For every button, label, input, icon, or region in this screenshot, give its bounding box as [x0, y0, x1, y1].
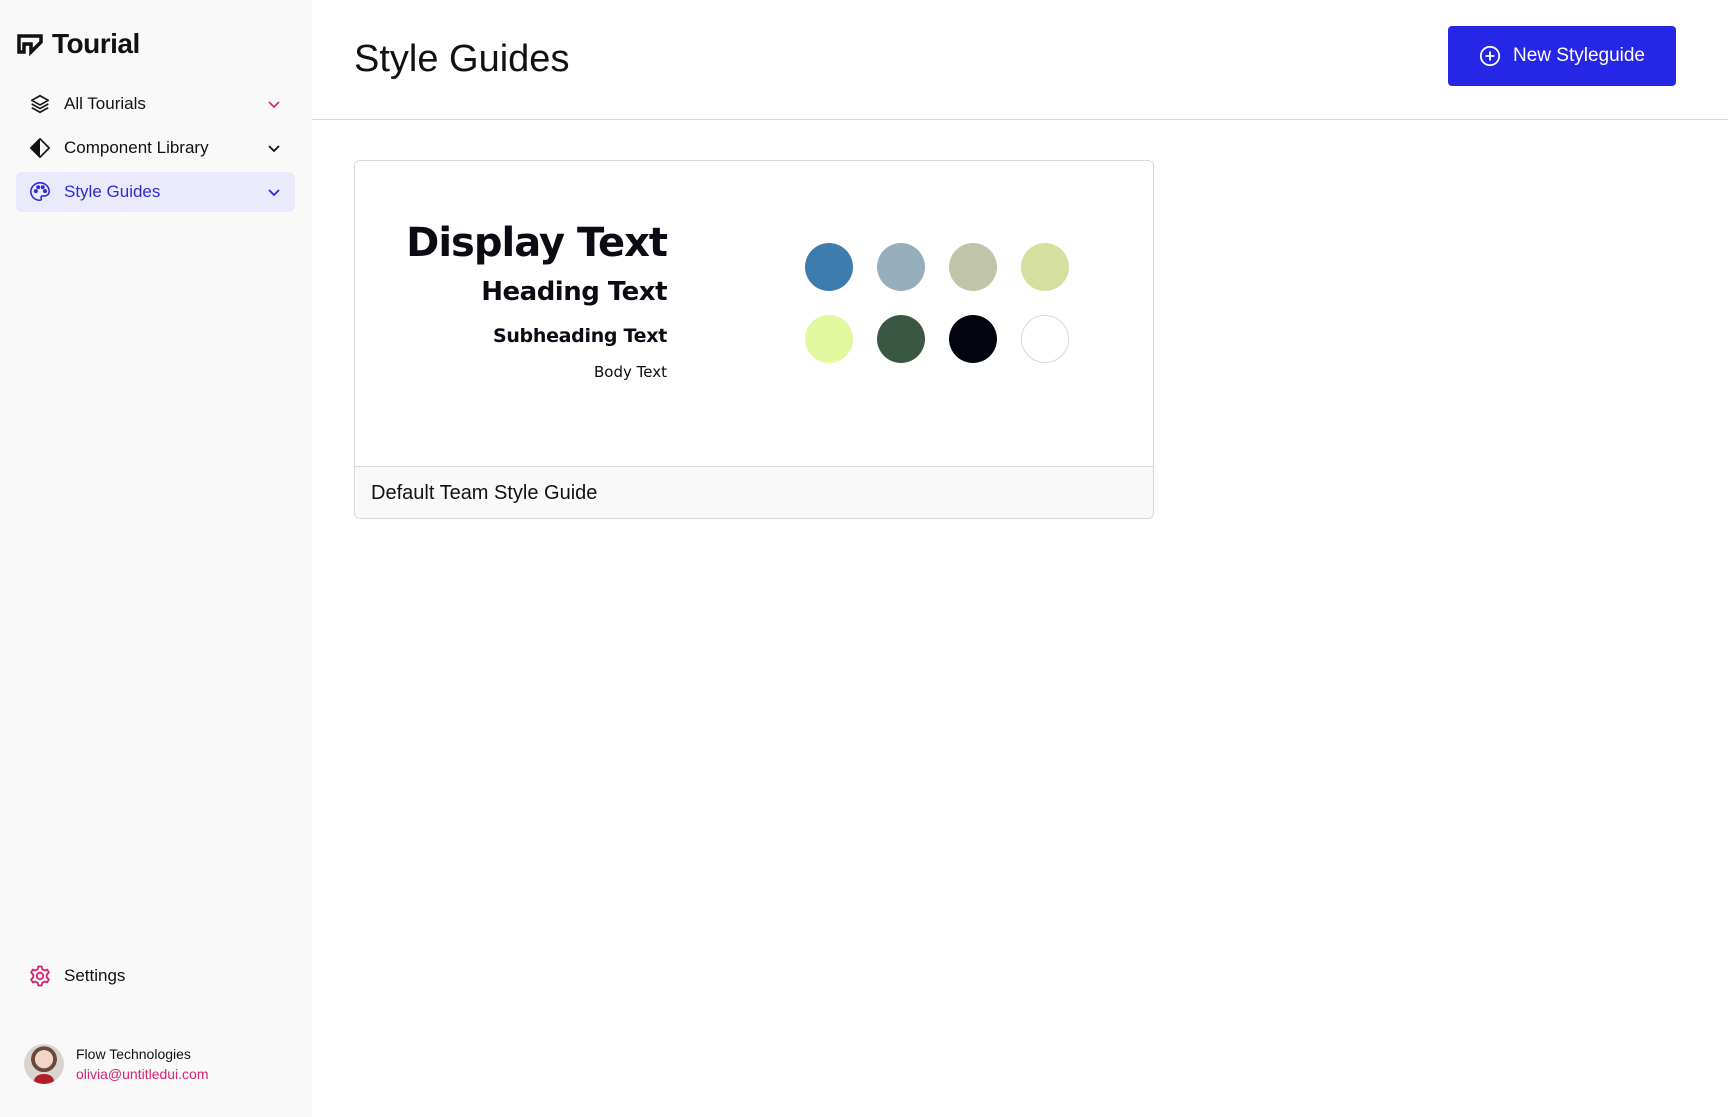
plus-circle-icon — [1479, 45, 1501, 67]
chevron-down-icon[interactable] — [265, 139, 283, 157]
style-guide-card[interactable]: Display Text Heading Text Subheading Tex… — [354, 160, 1154, 519]
chevron-down-icon[interactable] — [265, 95, 283, 113]
sidebar-item-style-guides[interactable]: Style Guides — [16, 172, 295, 212]
palette-icon — [28, 180, 52, 204]
color-swatch — [1021, 243, 1069, 291]
color-swatch — [877, 243, 925, 291]
color-palette — [805, 243, 1069, 363]
settings-label: Settings — [64, 966, 126, 985]
account-email: olivia@untitledui.com — [76, 1066, 209, 1082]
sidebar-item-all-tourials[interactable]: All Tourials — [16, 84, 295, 124]
sidebar: Tourial All Tourials Component Library S… — [0, 0, 312, 1117]
account-name: Flow Technologies — [76, 1046, 191, 1062]
main-content: Style Guides New Styleguide Display Text… — [312, 0, 1728, 1117]
subheading-text-sample: Subheading Text — [492, 325, 667, 347]
sidebar-nav: All Tourials Component Library Style Gui… — [16, 84, 295, 216]
style-guide-title: Default Team Style Guide — [371, 482, 598, 504]
account-card[interactable]: Flow Technologies olivia@untitledui.com — [24, 1044, 209, 1084]
tourial-logo-icon — [17, 34, 43, 57]
color-swatch — [1021, 315, 1069, 363]
new-styleguide-label: New Styleguide — [1512, 45, 1646, 66]
color-swatch — [949, 315, 997, 363]
logo-text: Tourial — [52, 28, 140, 59]
layers-icon — [28, 92, 52, 116]
color-swatch — [949, 243, 997, 291]
style-guide-preview: Display Text Heading Text Subheading Tex… — [355, 161, 1153, 466]
body-text-sample: Body Text — [594, 363, 667, 381]
page-header: Style Guides New Styleguide — [312, 0, 1728, 120]
typography-sample: Display Text Heading Text Subheading Tex… — [406, 217, 668, 383]
gear-icon — [28, 964, 52, 988]
sidebar-item-label: All Tourials — [64, 94, 146, 113]
color-swatch — [805, 315, 853, 363]
page-title: Style Guides — [354, 38, 570, 80]
avatar — [24, 1044, 64, 1084]
logo[interactable]: Tourial — [16, 28, 140, 60]
heading-text-sample: Heading Text — [481, 277, 667, 307]
display-text-sample: Display Text — [406, 220, 668, 266]
sidebar-item-component-library[interactable]: Component Library — [16, 128, 295, 168]
account-info: Flow Technologies olivia@untitledui.com — [76, 1046, 209, 1082]
color-swatch — [877, 315, 925, 363]
sidebar-item-label: Component Library — [64, 138, 209, 157]
component-icon — [28, 136, 52, 160]
chevron-down-icon[interactable] — [265, 183, 283, 201]
style-guide-card-footer: Default Team Style Guide — [355, 466, 1153, 518]
new-styleguide-button[interactable]: New Styleguide — [1448, 26, 1676, 86]
color-swatch — [805, 243, 853, 291]
app-root: Tourial All Tourials Component Library S… — [0, 0, 1728, 1117]
sidebar-item-label: Style Guides — [64, 182, 161, 201]
sidebar-item-settings[interactable]: Settings — [16, 956, 295, 996]
